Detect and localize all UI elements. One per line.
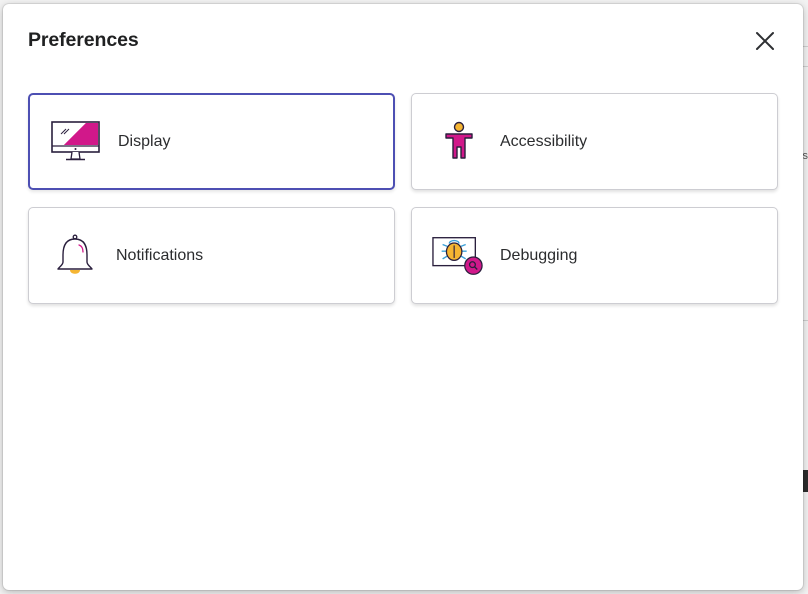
- dialog-title: Preferences: [28, 29, 139, 51]
- accessibility-person-icon: [432, 118, 484, 166]
- accessibility-label: Accessibility: [500, 132, 588, 150]
- display-label: Display: [118, 132, 171, 150]
- debugging-label: Debugging: [500, 246, 578, 264]
- debugging-tile[interactable]: Debugging: [411, 207, 778, 304]
- notifications-tile[interactable]: Notifications: [28, 207, 395, 304]
- bug-magnifier-icon: [432, 232, 484, 280]
- monitor-icon: [50, 118, 102, 166]
- bell-icon: [49, 232, 101, 280]
- background-text: s: [802, 150, 808, 162]
- notifications-label: Notifications: [116, 246, 204, 264]
- close-button[interactable]: [752, 28, 778, 54]
- preferences-dialog: Preferences Display Accessibility Notifi…: [3, 4, 803, 590]
- preferences-grid: Display Accessibility Notifications Debu…: [28, 93, 778, 304]
- accessibility-tile[interactable]: Accessibility: [411, 93, 778, 190]
- display-tile[interactable]: Display: [28, 93, 395, 190]
- close-icon: [756, 32, 774, 50]
